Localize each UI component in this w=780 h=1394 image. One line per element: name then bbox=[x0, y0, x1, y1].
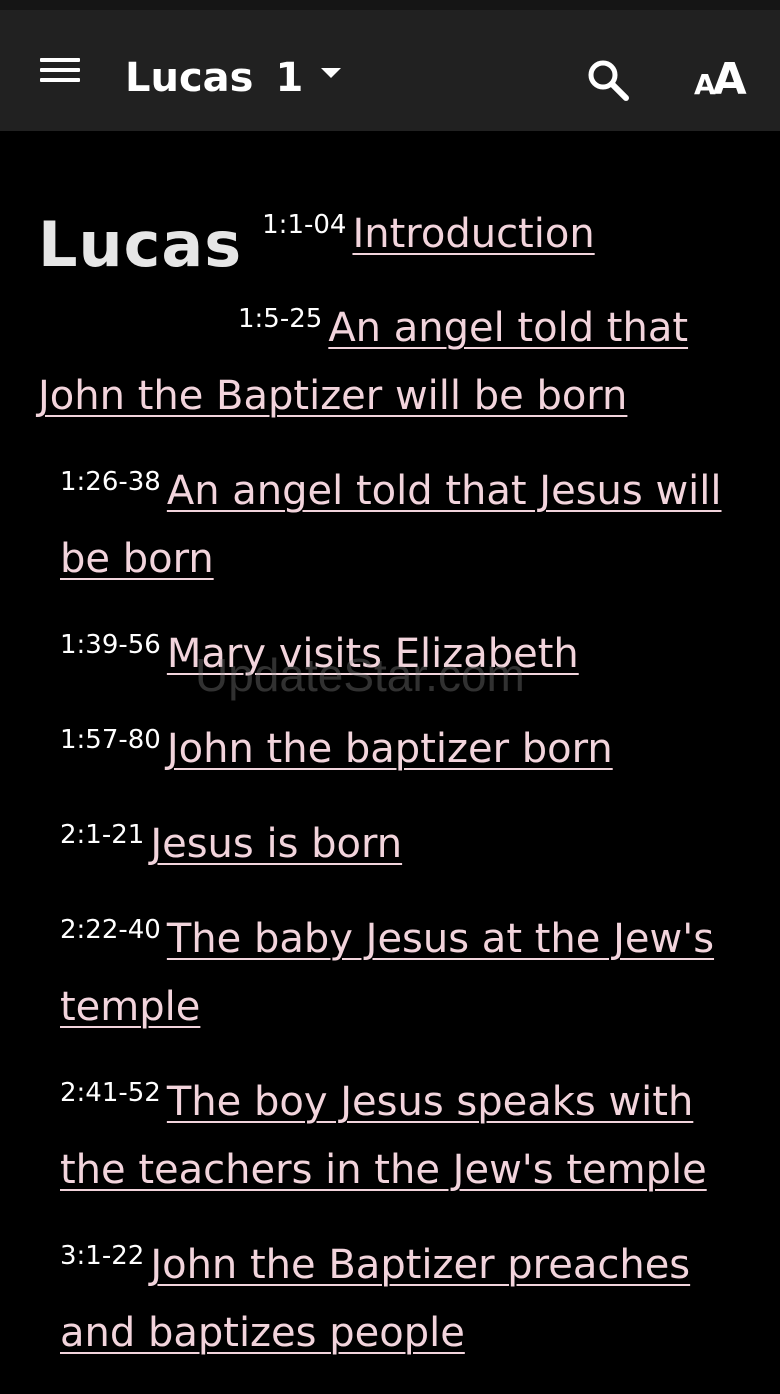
book-heading: Lucas bbox=[38, 208, 243, 281]
section-link[interactable]: An angel told that John the Baptizer wil… bbox=[38, 305, 688, 419]
list-item: 1:39-56 Mary visits Elizabeth bbox=[38, 620, 748, 688]
section-link[interactable]: John the baptizer born bbox=[167, 726, 613, 772]
list-item: 2:1-21 Jesus is born bbox=[38, 810, 748, 878]
list-item: 2:41-52 The boy Jesus speaks with the tea… bbox=[38, 1068, 748, 1204]
book-chapter-selector[interactable]: Lucas 1 bbox=[125, 54, 342, 102]
dropdown-caret-icon bbox=[321, 68, 342, 78]
list-item: 2:22-40 The baby Jesus at the Jew's templ… bbox=[38, 905, 748, 1041]
section-reference: 2:22-40 bbox=[60, 914, 161, 945]
section-reference: 2:1-21 bbox=[60, 819, 145, 850]
section-reference: 1:39-56 bbox=[60, 629, 161, 660]
section-link[interactable]: Mary visits Elizabeth bbox=[167, 631, 579, 677]
section-reference: 1:1-04 bbox=[262, 209, 347, 240]
section-list: Lucas 1:1-04 Introduction 1:5-25 An angel … bbox=[38, 200, 748, 1394]
section-reference: 1:5-25 bbox=[238, 303, 323, 334]
section-reference: 2:41-52 bbox=[60, 1077, 161, 1108]
section-reference: 3:1-22 bbox=[60, 1240, 145, 1271]
list-item: 1:57-80 John the baptizer born bbox=[38, 715, 748, 783]
book-name: Lucas bbox=[125, 55, 254, 101]
app-bar: Lucas 1 AA bbox=[0, 10, 780, 131]
section-reference: 1:57-80 bbox=[60, 724, 161, 755]
menu-icon[interactable] bbox=[38, 54, 82, 86]
section-reference: 1:26-38 bbox=[60, 466, 161, 497]
section-link[interactable]: Jesus is born bbox=[150, 821, 402, 867]
status-bar bbox=[0, 0, 780, 10]
section-link[interactable]: Introduction bbox=[352, 211, 594, 257]
section-link[interactable]: John the Baptizer preaches and baptizes … bbox=[60, 1242, 690, 1356]
search-icon[interactable] bbox=[586, 58, 630, 102]
list-item: 1:5-25 An angel told that John the Baptiz… bbox=[38, 294, 748, 430]
list-item: 1:26-38 An angel told that Jesus will be … bbox=[38, 457, 748, 593]
list-item: 3:1-22 John the Baptizer preaches and bap… bbox=[38, 1231, 748, 1367]
chapter-number: 1 bbox=[275, 55, 304, 101]
font-size-icon[interactable]: AA bbox=[694, 54, 747, 102]
